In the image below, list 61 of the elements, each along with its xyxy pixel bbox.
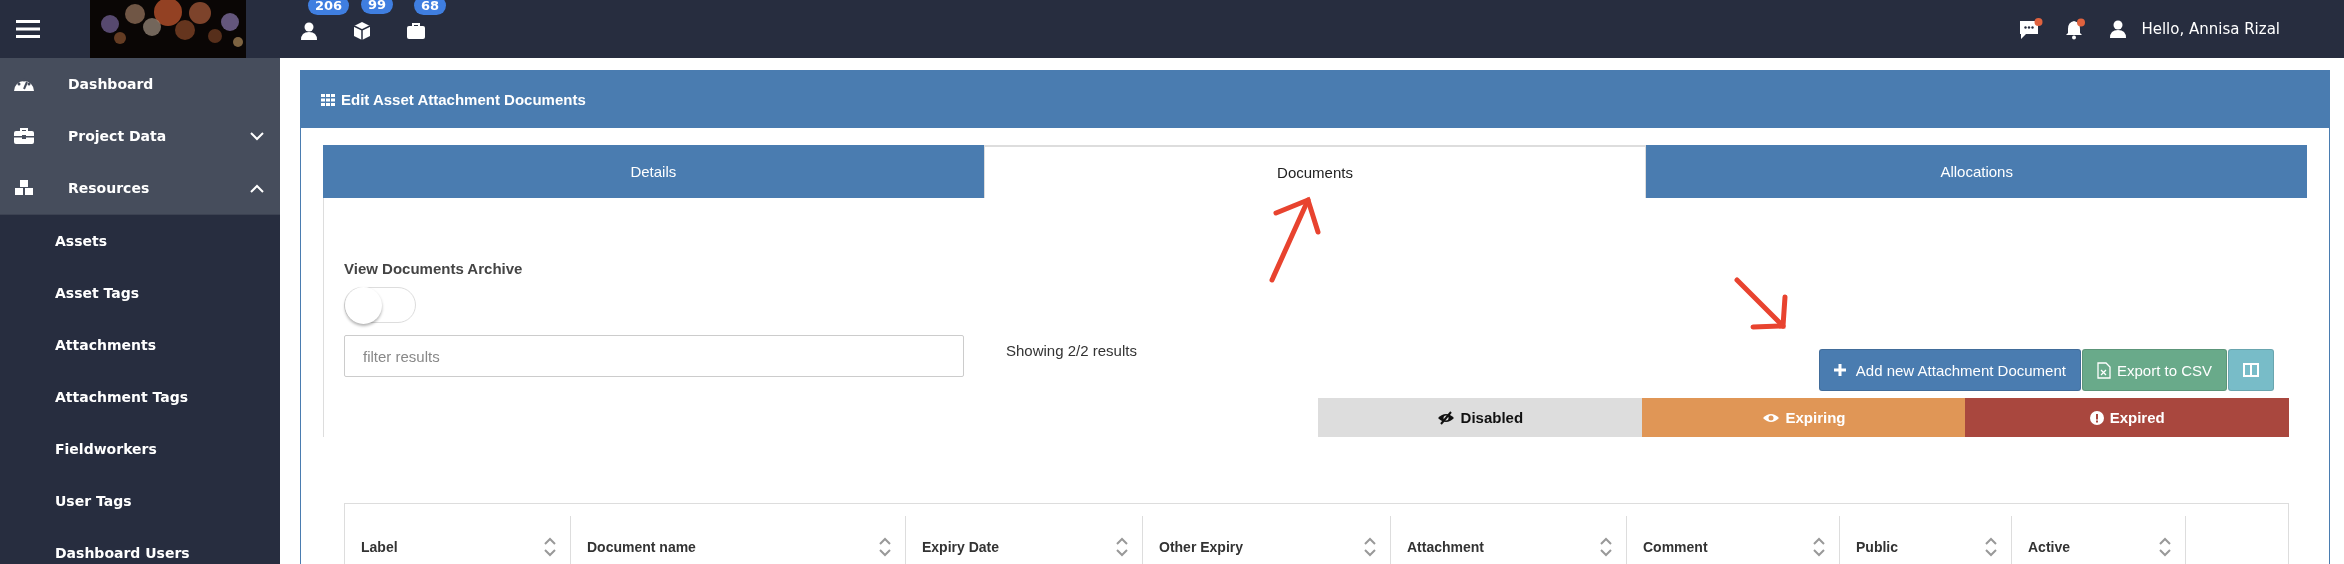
sort-icon xyxy=(1600,536,1612,557)
sort-icon xyxy=(544,536,556,557)
panel-title: Edit Asset Attachment Documents xyxy=(341,91,586,108)
eye-slash-icon xyxy=(1436,410,1455,425)
column-header[interactable]: Active xyxy=(2012,516,2186,564)
sort-icon xyxy=(1985,536,1997,557)
sidebar-subitem[interactable]: Dashboard Users xyxy=(0,527,280,564)
count-badge: 99 xyxy=(361,0,394,14)
archive-toggle[interactable] xyxy=(344,287,416,323)
sidebar-item[interactable]: Project Data xyxy=(0,110,280,162)
status-legend-item: Expiring xyxy=(1641,398,1966,437)
file-icon xyxy=(2096,361,2111,379)
user-greeting[interactable]: Hello, Annisa Rizal xyxy=(2141,20,2280,38)
sidebar-subitem[interactable]: User Tags xyxy=(0,475,280,527)
sort-icon xyxy=(879,536,891,557)
sidebar-subitem[interactable]: Fieldworkers xyxy=(0,423,280,475)
exclamation-icon xyxy=(2089,410,2104,425)
grid-icon xyxy=(321,93,335,106)
chevron-up-icon xyxy=(250,183,264,193)
chevron-down-icon xyxy=(250,131,264,141)
sidebar-subitem[interactable]: Asset Tags xyxy=(0,267,280,319)
sidebar-item[interactable]: Resources xyxy=(0,162,280,215)
column-header[interactable]: Public xyxy=(1840,516,2012,564)
sort-icon xyxy=(1116,536,1128,557)
eye-icon xyxy=(1761,411,1780,424)
menu-icon[interactable] xyxy=(16,20,40,38)
filter-field[interactable]: filter results xyxy=(344,335,964,377)
column-header[interactable]: Other Expiry xyxy=(1143,516,1391,564)
results-count: Showing 2/2 results xyxy=(1006,342,1137,359)
columns-icon xyxy=(2243,363,2259,377)
column-header[interactable]: Attachment xyxy=(1391,516,1627,564)
column-header[interactable]: Expiry Date xyxy=(906,516,1143,564)
count-badge: 68 xyxy=(414,0,447,15)
column-header[interactable]: Comment xyxy=(1627,516,1840,564)
briefcase-icon xyxy=(13,127,35,145)
tab[interactable]: Documents xyxy=(983,145,1647,198)
cubes-icon xyxy=(13,179,35,197)
briefcase-icon[interactable] xyxy=(406,22,426,40)
column-header[interactable]: Label xyxy=(345,516,571,564)
sort-icon xyxy=(2159,536,2171,557)
sidebar-subitem[interactable]: Assets xyxy=(0,215,280,267)
columns-button[interactable] xyxy=(2228,349,2274,391)
cube-icon[interactable] xyxy=(353,21,371,41)
chat-icon[interactable] xyxy=(2019,18,2044,40)
sidebar-subitem[interactable]: Attachments xyxy=(0,319,280,371)
sidebar-subitem[interactable]: Attachment Tags xyxy=(0,371,280,423)
person-icon[interactable] xyxy=(300,22,318,40)
status-legend-item: Disabled xyxy=(1318,398,1642,437)
status-legend-item: Expired xyxy=(1965,398,2289,437)
sort-icon xyxy=(1364,536,1376,557)
tab[interactable]: Details xyxy=(323,145,984,198)
user-icon[interactable] xyxy=(2109,20,2128,38)
sort-icon xyxy=(1813,536,1825,557)
bell-icon[interactable] xyxy=(2065,18,2088,40)
toggle-label: View Documents Archive xyxy=(344,260,524,277)
add-document-button[interactable]: Add new Attachment Document xyxy=(1818,349,2081,391)
column-header[interactable]: Document name xyxy=(571,516,906,564)
tab[interactable]: Allocations xyxy=(1646,145,2307,198)
sidebar-item[interactable]: Dashboard xyxy=(0,58,280,110)
count-badge: 206 xyxy=(308,0,350,15)
plus-icon xyxy=(1833,364,1846,376)
